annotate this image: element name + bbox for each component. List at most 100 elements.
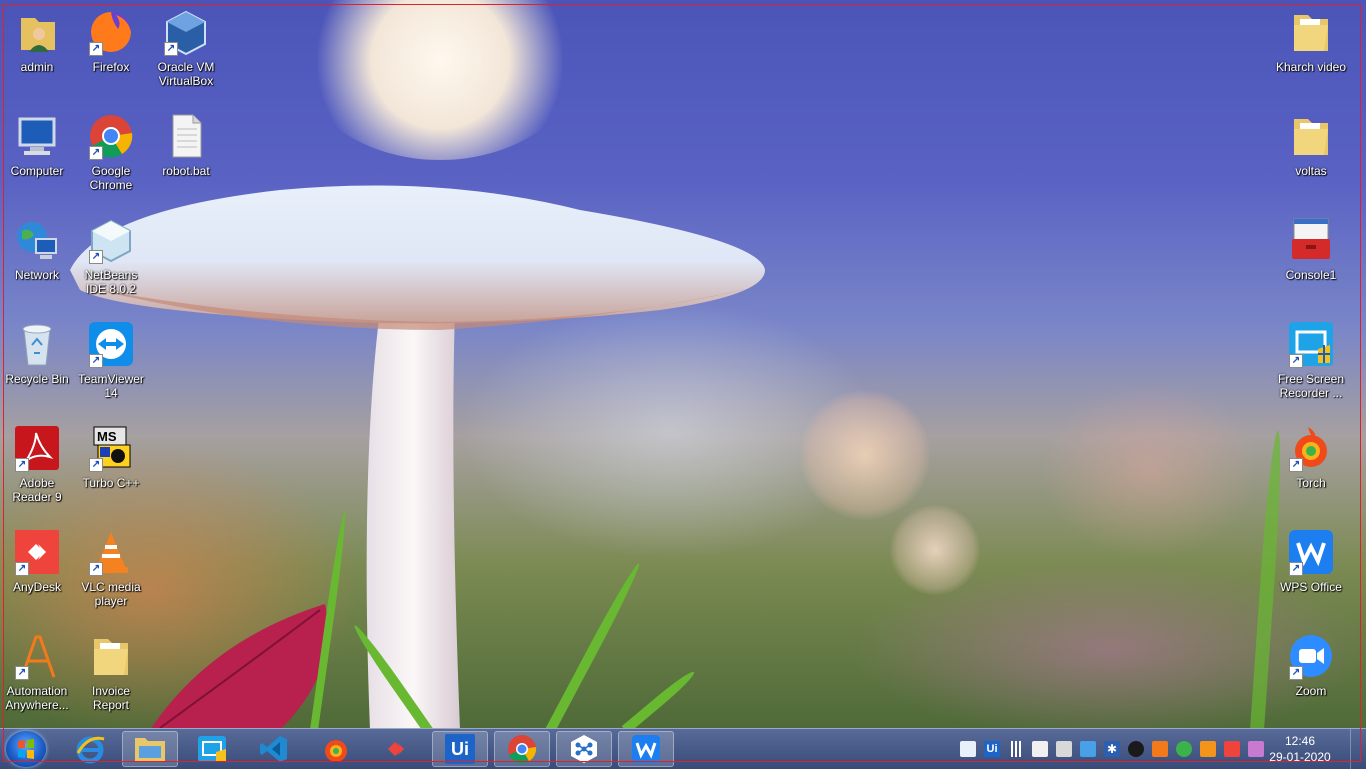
desktop-icon-recycle-bin[interactable]: Recycle Bin — [0, 320, 74, 386]
icon-label: WPS Office — [1280, 580, 1342, 594]
user-folder-icon — [21, 18, 55, 52]
desktop-icon-turbo-cpp[interactable]: MS ↗ Turbo C++ — [74, 424, 148, 490]
icon-label: Torch — [1296, 476, 1326, 490]
taskbar-uipath[interactable]: Ui — [432, 731, 488, 767]
taskbar-anydesk[interactable] — [370, 731, 426, 767]
taskbar: Ui Ui ✱ 12:46 29-01-2020 — [0, 728, 1366, 769]
vscode-icon — [260, 736, 287, 762]
uipath-tray-icon[interactable]: Ui — [984, 741, 1000, 757]
icon-label: VLC media player — [81, 580, 141, 608]
icon-label: TeamViewer 14 — [78, 372, 144, 400]
icon-label: admin — [20, 60, 54, 74]
icon-label: Invoice Report — [91, 684, 131, 712]
desktop-wallpaper: admin ↗ Firefox ↗ Oracle VM VirtualBox C… — [0, 0, 1366, 728]
folder-icon — [1294, 119, 1328, 155]
flag-icon[interactable] — [1032, 741, 1048, 757]
shortcut-arrow-icon: ↗ — [15, 562, 29, 576]
shortcut-arrow-icon: ↗ — [89, 562, 103, 576]
icon-label: Console1 — [1285, 268, 1337, 282]
taskbar-wps-office[interactable] — [618, 731, 674, 767]
windows-logo-icon — [18, 739, 34, 759]
desktop-icon-invoice-report[interactable]: Invoice Report — [74, 632, 148, 712]
desktop-icon-network[interactable]: Network — [0, 216, 74, 282]
desktop-icon-vlc[interactable]: ↗ VLC media player — [74, 528, 148, 608]
desktop-icon-kharch-video[interactable]: Kharch video — [1274, 8, 1348, 74]
desktop-icon-zoom[interactable]: ↗ Zoom — [1274, 632, 1348, 698]
orange-app-icon[interactable] — [1200, 741, 1216, 757]
icon-label: Network — [14, 268, 59, 282]
shortcut-arrow-icon: ↗ — [1289, 458, 1303, 472]
taskbar-torch[interactable] — [308, 731, 364, 767]
torch-browser-icon — [325, 740, 347, 762]
icon-label: Firefox — [92, 60, 130, 74]
chrome-icon — [508, 735, 537, 764]
desktop-icon-voltas[interactable]: voltas — [1274, 112, 1348, 178]
folder-icon — [94, 639, 128, 675]
desktop-icon-wps-office[interactable]: ↗ WPS Office — [1274, 528, 1348, 594]
green-shield-icon[interactable] — [1176, 741, 1192, 757]
desktop-icon-chrome[interactable]: ↗ Google Chrome — [74, 112, 148, 192]
shortcut-arrow-icon: ↗ — [164, 42, 178, 56]
desktop-icon-netbeans[interactable]: ↗ NetBeans IDE 8.0.2 — [74, 216, 148, 296]
desktop-icon-anydesk[interactable]: ↗ AnyDesk — [0, 528, 74, 594]
icon-label: Zoom — [1295, 684, 1327, 698]
desktop-icon-teamviewer[interactable]: ↗ TeamViewer 14 — [74, 320, 148, 400]
clock-date: 29-01-2020 — [1269, 750, 1331, 764]
taskbar-internet-explorer[interactable] — [62, 731, 118, 767]
shortcut-arrow-icon: ↗ — [15, 666, 29, 680]
icon-label: NetBeans IDE 8.0.2 — [84, 268, 138, 296]
shortcut-arrow-icon: ↗ — [1289, 666, 1303, 680]
internet-explorer-icon — [76, 736, 105, 764]
clock-time: 12:46 — [1284, 734, 1316, 748]
desktop-icon-automation-anywhere[interactable]: ↗ Automation Anywhere... — [0, 632, 74, 712]
desktop-icon-virtualbox[interactable]: ↗ Oracle VM VirtualBox — [149, 8, 223, 88]
shortcut-arrow-icon: ↗ — [89, 146, 103, 160]
network-icon — [17, 222, 57, 259]
system-clock[interactable]: 12:46 29-01-2020 — [1262, 733, 1338, 765]
icon-label: Recycle Bin — [5, 372, 69, 386]
wps-office-icon — [632, 735, 660, 763]
desktop-icon-free-screen-recorder[interactable]: ↗ Free Screen Recorder ... — [1274, 320, 1348, 400]
shortcut-arrow-icon: ↗ — [89, 42, 103, 56]
console-toolbox-icon — [1292, 218, 1330, 259]
shortcut-arrow-icon: ↗ — [1289, 562, 1303, 576]
monitor-icon[interactable] — [1080, 741, 1096, 757]
taskbar-vscode[interactable] — [246, 731, 302, 767]
taskbar-chrome[interactable] — [494, 731, 550, 767]
uipath-icon: Ui — [445, 734, 475, 764]
desktop-icon-computer[interactable]: Computer — [0, 112, 74, 178]
desktop-icon-firefox[interactable]: ↗ Firefox — [74, 8, 148, 74]
shortcut-arrow-icon: ↗ — [89, 354, 103, 368]
icon-label: Kharch video — [1275, 60, 1347, 74]
taskbar-screen-recorder[interactable] — [184, 731, 240, 767]
icon-label: Turbo C++ — [82, 476, 140, 490]
avast-icon[interactable] — [1152, 741, 1168, 757]
network-hub-icon — [571, 735, 597, 763]
file-explorer-icon — [135, 738, 165, 762]
icon-label: AnyDesk — [12, 580, 62, 594]
icon-label: Adobe Reader 9 — [12, 476, 62, 504]
shortcut-arrow-icon: ↗ — [15, 458, 29, 472]
anydesk-tray-icon[interactable] — [1224, 741, 1240, 757]
signal-icon[interactable] — [1008, 741, 1024, 757]
desktop-icon-torch[interactable]: ↗ Torch — [1274, 424, 1348, 490]
desktop-icon-admin[interactable]: admin — [0, 8, 74, 74]
desktop-icon-console1[interactable]: Console1 — [1274, 216, 1348, 282]
bat-file-icon — [172, 114, 202, 158]
bluetooth-icon[interactable]: ✱ — [1104, 741, 1120, 757]
cloud-icon[interactable] — [960, 741, 976, 757]
desktop-icon-adobe-reader[interactable]: ↗ Adobe Reader 9 — [0, 424, 74, 504]
taskbar-network-hub[interactable] — [556, 731, 612, 767]
icon-label: Google Chrome — [89, 164, 133, 192]
folder-icon — [1294, 15, 1328, 51]
svg-text:MS: MS — [97, 429, 117, 444]
security-icon[interactable] — [1128, 741, 1144, 757]
desktop-icon-robot-bat[interactable]: robot.bat — [149, 112, 223, 178]
recycle-bin-icon — [22, 324, 52, 366]
icon-label: Automation Anywhere... — [5, 684, 69, 712]
taskbar-file-explorer[interactable] — [122, 731, 178, 767]
windows-start-icon[interactable] — [6, 731, 46, 767]
icon-label: voltas — [1295, 164, 1327, 178]
device-icon[interactable] — [1056, 741, 1072, 757]
show-desktop-button[interactable] — [1350, 729, 1366, 769]
